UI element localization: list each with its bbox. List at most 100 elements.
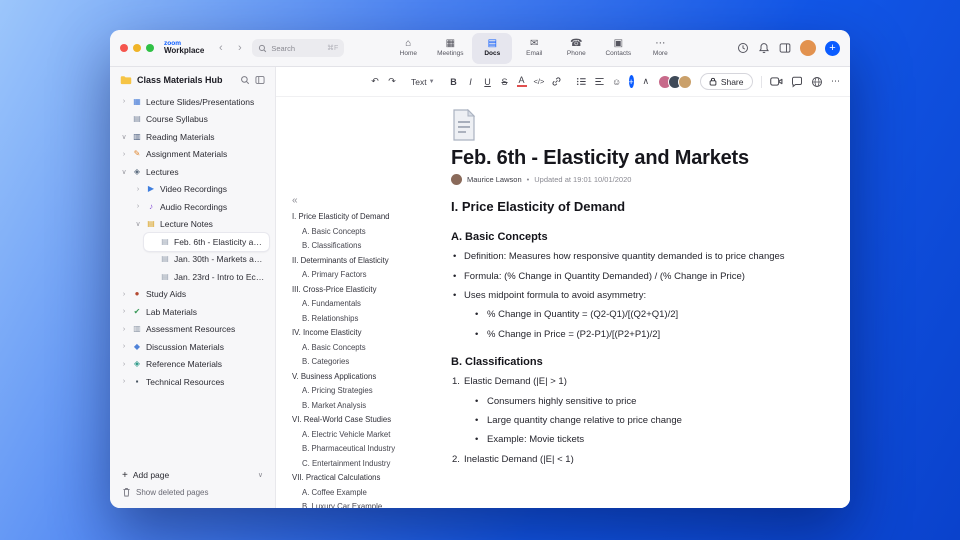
align-icon[interactable] xyxy=(594,76,605,87)
tree-chevron-icon[interactable]: › xyxy=(120,291,128,298)
add-page-button[interactable]: + Add page ∨ xyxy=(122,466,263,484)
tree-chevron-icon[interactable]: › xyxy=(120,151,128,158)
tree-chevron-icon[interactable]: › xyxy=(134,203,142,210)
video-camera-icon[interactable] xyxy=(769,76,783,87)
sidebar-tree-item[interactable]: ∨ ◈ Lectures xyxy=(116,163,269,181)
toc-item[interactable]: A. Coffee Example xyxy=(292,488,444,497)
toc-item[interactable]: A. Fundamentals xyxy=(292,299,444,308)
content-block[interactable]: % Change in Price = (P2-P1)/[(P2+P1)/2] xyxy=(451,329,850,342)
show-deleted-pages-button[interactable]: Show deleted pages xyxy=(122,484,263,500)
sidebar-tree-item[interactable]: › ▪ Technical Resources xyxy=(116,373,269,391)
toc-item[interactable]: B. Pharmaceutical Industry xyxy=(292,444,444,453)
bold-button[interactable]: B xyxy=(449,77,459,87)
sidebar-tree-item[interactable]: ∨ ▥ Reading Materials xyxy=(116,128,269,146)
notifications-bell-icon[interactable] xyxy=(758,42,770,54)
maximize-window-button[interactable] xyxy=(146,44,154,52)
nav-tab[interactable]: ✉ Email xyxy=(514,33,554,64)
sidebar-collapse-icon[interactable] xyxy=(255,75,265,85)
content-block[interactable]: Consumers highly sensitive to price xyxy=(451,396,850,409)
nav-tab[interactable]: ▣ Contacts xyxy=(598,33,638,64)
forward-button[interactable]: › xyxy=(233,42,246,54)
toc-item[interactable]: B. Relationships xyxy=(292,314,444,323)
content-block[interactable]: Uses midpoint formula to avoid asymmetry… xyxy=(451,290,850,303)
sidebar-tree-item[interactable]: › ✔ Lab Materials xyxy=(116,303,269,321)
close-window-button[interactable] xyxy=(120,44,128,52)
back-button[interactable]: ‹ xyxy=(214,42,227,54)
nav-tab[interactable]: ⌂ Home xyxy=(388,33,428,64)
underline-button[interactable]: U xyxy=(483,77,493,87)
toc-item[interactable]: A. Basic Concepts xyxy=(292,343,444,352)
content-block[interactable]: I. Price Elasticity of Demand xyxy=(451,199,850,216)
sidebar-tree-item[interactable]: ▤ Course Syllabus xyxy=(116,111,269,129)
toc-collapse-icon[interactable]: « xyxy=(292,195,444,206)
redo-button[interactable]: ↷ xyxy=(387,76,397,87)
tree-chevron-icon[interactable]: › xyxy=(120,378,128,385)
toc-item[interactable]: B. Market Analysis xyxy=(292,401,444,410)
sidebar-tree-item[interactable]: › ✎ Assignment Materials xyxy=(116,146,269,164)
share-button[interactable]: Share xyxy=(699,73,753,90)
toc-item[interactable]: B. Luxury Car Example xyxy=(292,502,444,508)
toc-item[interactable]: C. Entertainment Industry xyxy=(292,459,444,468)
nav-tab[interactable]: ☎ Phone xyxy=(556,33,596,64)
content-block[interactable]: Formula: (% Change in Quantity Demanded)… xyxy=(451,271,850,284)
toc-item[interactable]: A. Electric Vehicle Market xyxy=(292,430,444,439)
toc-item[interactable]: B. Classifications xyxy=(292,241,444,250)
collaborator-avatar[interactable] xyxy=(677,74,692,89)
sidebar-tree-item[interactable]: › ◆ Discussion Materials xyxy=(116,338,269,356)
sidebar-tree-item[interactable]: › ● Study Aids xyxy=(116,286,269,304)
content-block[interactable]: Definition: Measures how responsive quan… xyxy=(451,251,850,264)
minimize-window-button[interactable] xyxy=(133,44,141,52)
sidebar-tree-item[interactable]: › ◈ Reference Materials xyxy=(116,356,269,374)
sidebar-tree-item[interactable]: ▤ Feb. 6th - Elasticity and M... xyxy=(144,233,269,251)
content-block[interactable]: Large quantity change relative to price … xyxy=(451,415,850,428)
toc-item[interactable]: VI. Real-World Case Studies xyxy=(292,415,444,424)
toc-item[interactable]: A. Pricing Strategies xyxy=(292,386,444,395)
nav-tab[interactable]: ▤ Docs xyxy=(472,32,513,64)
chat-icon[interactable] xyxy=(791,76,803,88)
text-color-button[interactable]: A xyxy=(516,76,527,87)
sidebar-tree-item[interactable]: › ▥ Assessment Resources xyxy=(116,321,269,339)
tree-chevron-icon[interactable]: ∨ xyxy=(120,133,128,141)
sidebar-tree-item[interactable]: › ♪ Audio Recordings xyxy=(130,198,269,216)
toc-item[interactable]: B. Categories xyxy=(292,357,444,366)
toc-item[interactable]: VII. Practical Calculations xyxy=(292,473,444,482)
toc-item[interactable]: V. Business Applications xyxy=(292,372,444,381)
tree-chevron-icon[interactable]: › xyxy=(120,361,128,368)
more-options-icon[interactable]: ⋯ xyxy=(831,76,841,87)
side-panel-toggle-icon[interactable] xyxy=(779,42,791,54)
content-block[interactable]: % Change in Quantity = (Q2-Q1)/[(Q2+Q1)/… xyxy=(451,309,850,322)
content-block[interactable]: 2. Inelastic Demand (|E| < 1) xyxy=(451,454,850,466)
toc-item[interactable]: II. Determinants of Elasticity xyxy=(292,256,444,265)
collapse-toolbar-icon[interactable]: ∧ xyxy=(641,76,651,87)
undo-button[interactable]: ↶ xyxy=(370,76,380,87)
toc-item[interactable]: A. Primary Factors xyxy=(292,270,444,279)
tree-chevron-icon[interactable]: › xyxy=(120,98,128,105)
code-button[interactable]: </> xyxy=(534,77,545,86)
strikethrough-button[interactable]: S xyxy=(500,77,510,87)
nav-tab[interactable]: ▦ Meetings xyxy=(430,33,470,64)
toc-item[interactable]: III. Cross-Price Elasticity xyxy=(292,285,444,294)
toc-item[interactable]: I. Price Elasticity of Demand xyxy=(292,212,444,221)
sidebar-tree-item[interactable]: ▤ Jan. 23rd - Intro to Econo... xyxy=(144,268,269,286)
sidebar-tree-item[interactable]: › ▦ Lecture Slides/Presentations xyxy=(116,93,269,111)
tree-chevron-icon[interactable]: › xyxy=(120,308,128,315)
content-block[interactable]: B. Classifications xyxy=(451,355,850,369)
nav-tab[interactable]: ⋯ More xyxy=(640,33,680,64)
tree-chevron-icon[interactable]: › xyxy=(134,186,142,193)
globe-icon[interactable] xyxy=(811,76,823,88)
sidebar-tree-item[interactable]: ∨ ▤ Lecture Notes xyxy=(130,216,269,234)
sidebar-search-icon[interactable] xyxy=(240,75,250,85)
toc-item[interactable]: IV. Income Elasticity xyxy=(292,328,444,337)
tree-chevron-icon[interactable]: › xyxy=(120,326,128,333)
insert-plus-button[interactable]: + xyxy=(628,75,634,88)
content-block[interactable]: 1. Elastic Demand (|E| > 1) xyxy=(451,376,850,388)
document-title[interactable]: Feb. 6th - Elasticity and Markets xyxy=(451,147,850,170)
content-block[interactable]: Example: Movie tickets xyxy=(451,434,850,447)
new-item-plus-button[interactable]: + xyxy=(825,40,840,56)
text-style-dropdown[interactable]: Text ▼ xyxy=(411,77,435,87)
tree-chevron-icon[interactable]: ∨ xyxy=(134,220,142,228)
tree-chevron-icon[interactable]: ∨ xyxy=(120,168,128,176)
italic-button[interactable]: I xyxy=(466,77,476,87)
chevron-down-icon[interactable]: ∨ xyxy=(258,471,263,479)
user-avatar[interactable] xyxy=(800,40,816,56)
